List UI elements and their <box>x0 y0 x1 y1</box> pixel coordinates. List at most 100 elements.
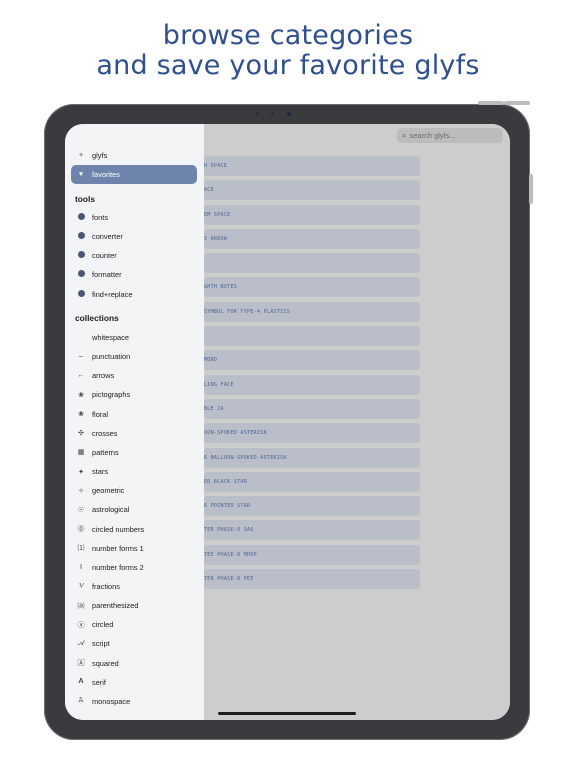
glyph-row[interactable]: h space <box>204 156 420 176</box>
circled-icon: ⓐ <box>77 621 85 629</box>
glyph-row[interactable]: ble 2a <box>204 398 420 419</box>
camera <box>287 112 291 116</box>
sidebar-item-circled-numbers[interactable]: ⓪ circled numbers <box>71 520 197 539</box>
glyph-row[interactable]: s arrow <box>204 228 420 249</box>
pattern-icon: ▦ <box>77 449 85 457</box>
sidebar-item-find-replace[interactable]: find+replace <box>71 285 197 304</box>
sidebar-item-counter[interactable]: counter <box>71 246 197 265</box>
sidebar-item-label: arrows <box>92 371 115 381</box>
glyph-row[interactable]: em space <box>204 204 420 225</box>
glyph-row[interactable]: symbol for type-4 plastics <box>204 301 420 322</box>
side-button <box>529 174 533 204</box>
sidebar-item-serif[interactable]: 𝐀serif <box>71 673 197 692</box>
plus-icon: + <box>78 152 84 159</box>
sidebar-item-pictographs[interactable]: ❀ pictographs <box>71 385 197 404</box>
home-indicator[interactable] <box>218 712 356 715</box>
sidebar-item-label: formatter <box>92 270 122 280</box>
sidebar-item-arrows[interactable]: ← arrows <box>71 366 197 385</box>
section-title-tools: tools <box>75 194 96 204</box>
sidebar-item-astrological[interactable]: ☉ astrological <box>71 500 197 519</box>
glyph-row[interactable]: ed black star <box>204 471 420 492</box>
glyph-row[interactable]: r pointed star <box>204 496 420 517</box>
sidebar-item-monospace[interactable]: 𝙰monospace <box>71 692 197 711</box>
sidebar-item-label: punctuation <box>92 352 131 362</box>
sidebar-item-label: counter <box>92 251 117 261</box>
search-icon: ⌕ <box>402 130 407 140</box>
sidebar-item-formatter[interactable]: formatter <box>71 265 197 284</box>
sidebar-item-squared[interactable]: 🄰squared <box>71 654 197 673</box>
glyph-row[interactable] <box>204 326 420 347</box>
punctuation-icon: – <box>79 353 83 361</box>
glyph-row[interactable]: ghth notes <box>204 277 420 298</box>
sidebar-item-punctuation[interactable]: – punctuation <box>71 347 197 366</box>
glyph-row[interactable]: mond <box>204 350 420 371</box>
heart-icon: ♥ <box>78 171 84 179</box>
sidebar-item-stars[interactable]: ✦ stars <box>71 462 197 481</box>
sidebar-item-patterns[interactable]: ▦ patterns <box>71 443 197 462</box>
sidebar-item-circled[interactable]: ⓐ circled <box>71 615 197 634</box>
sidebar-item-number-forms-1[interactable]: ⑴ number forms 1 <box>71 539 197 558</box>
sidebar-item-script[interactable]: 𝒜script <box>71 634 197 653</box>
glyph-row[interactable]: ter phase-o saq <box>204 520 420 541</box>
sidebar-item-crosses[interactable]: ✣ crosses <box>71 424 197 443</box>
monospace-icon: 𝙰 <box>78 697 84 705</box>
sidebar-item-label: floral <box>92 409 109 419</box>
converter-icon <box>76 232 86 241</box>
sidebar-item-label: find+replace <box>92 289 133 299</box>
cross-icon: ✣ <box>78 430 84 438</box>
volume-button <box>478 101 504 105</box>
sidebar-item-fractions[interactable]: ⅟ fractions <box>71 577 197 596</box>
sidebar-item-geometric[interactable]: ✧ geometric <box>71 481 197 500</box>
headline-line-1: browse categories <box>162 20 414 51</box>
glyph-row[interactable]: r balloon-spoked asterisk <box>204 447 420 468</box>
sidebar-item-parenthesized[interactable]: ⒜ parenthesized <box>71 596 197 615</box>
parenthesized-icon: ⒜ <box>77 602 85 610</box>
sidebar-item-glyfs[interactable]: + glyfs <box>71 146 197 165</box>
sidebar-item-floral[interactable]: ❀ floral <box>71 405 197 424</box>
sidebar-item-favorites[interactable]: ♥ favorites <box>71 165 197 185</box>
arrow-left-icon: ← <box>77 372 85 380</box>
fraction-icon: ⅟ <box>79 583 83 591</box>
sidebar-item-label: crosses <box>92 428 118 438</box>
sidebar-item-label: number forms 1 <box>92 543 144 553</box>
sensor <box>256 112 259 115</box>
sidebar-item-label: script <box>92 639 110 649</box>
sidebar-item-label: glyfs <box>92 151 108 160</box>
glyph-row[interactable]: ter phase-o pee <box>204 569 420 590</box>
geometric-icon: ✧ <box>78 487 84 495</box>
sidebar-item-label: parenthesized <box>92 601 139 611</box>
app-screen: ••• ⌕ search glyfs... h spaceaceem space… <box>65 124 510 720</box>
sidebar-item-label: number forms 2 <box>92 562 144 572</box>
sidebar-item-label: astrological <box>92 505 130 515</box>
headline-line-2: and save your favorite glyfs <box>96 50 480 81</box>
sidebar-item-label: circled numbers <box>92 524 145 534</box>
volume-button <box>504 101 530 105</box>
sidebar-item-label: stars <box>92 467 109 477</box>
squared-icon: 🄰 <box>77 660 85 668</box>
formatter-icon <box>76 270 86 279</box>
sidebar-item-number-forms-2[interactable]: Ⅰnumber forms 2 <box>71 558 197 577</box>
pictograph-icon: ❀ <box>78 391 84 399</box>
sidebar-item-label: patterns <box>92 447 119 457</box>
number-forms-1-icon: ⑴ <box>77 545 85 553</box>
glyph-row[interactable]: oon-spoked asterisk <box>204 423 420 444</box>
glyph-row[interactable]: ling face <box>204 374 420 395</box>
section-title-collections: collections <box>75 313 119 323</box>
sidebar-item-whitespace[interactable]: whitespace <box>71 328 197 347</box>
sidebar-item-converter[interactable]: converter <box>71 227 197 246</box>
sidebar-item-label: fractions <box>92 581 120 591</box>
glyph-row[interactable]: tee phase-o mhop <box>204 544 420 565</box>
find-replace-icon <box>76 289 86 299</box>
search-input[interactable]: ⌕ search glyfs... <box>397 128 503 143</box>
search-placeholder: search glyfs... <box>409 131 456 140</box>
circled-number-icon: ⓪ <box>77 526 85 533</box>
script-icon: 𝒜 <box>77 639 85 647</box>
counter-icon <box>76 251 86 260</box>
sidebar-item-label: geometric <box>92 486 125 496</box>
glyph-row[interactable] <box>204 253 420 274</box>
sidebar-item-fonts[interactable]: fonts <box>71 208 197 227</box>
glyph-row[interactable]: ace <box>204 180 420 201</box>
sidebar-item-label: monospace <box>92 696 131 706</box>
sidebar-item-label: squared <box>92 658 119 668</box>
sidebar-item-label: serif <box>92 677 106 687</box>
